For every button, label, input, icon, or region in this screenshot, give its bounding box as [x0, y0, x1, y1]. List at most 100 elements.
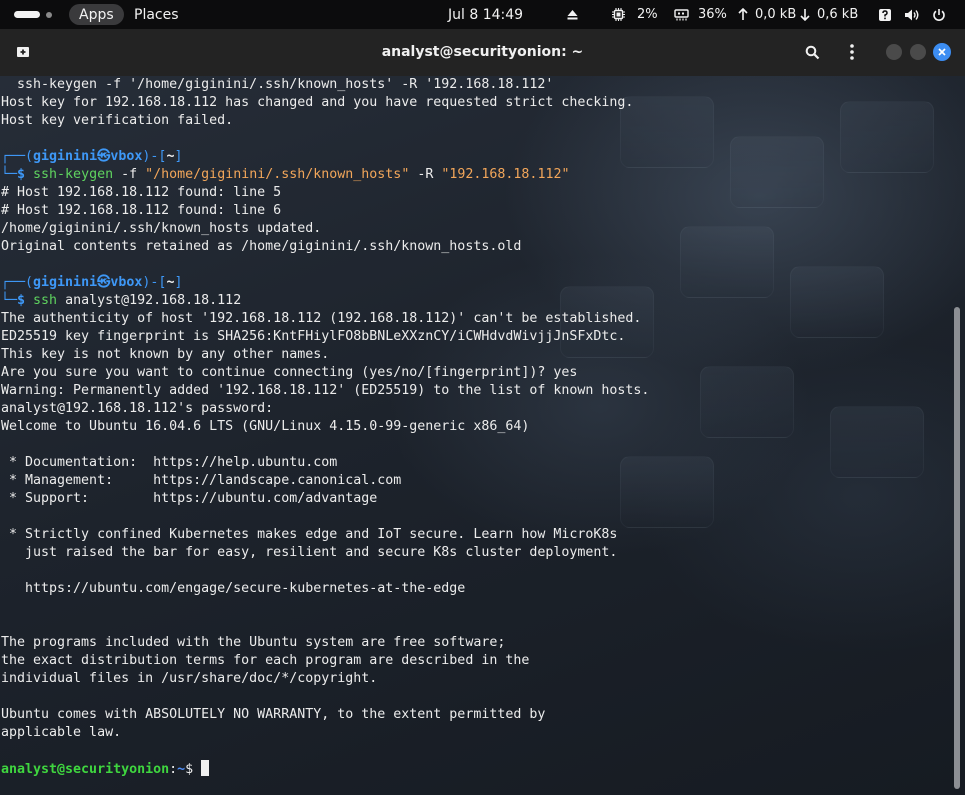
- terminal-line: # Host 192.168.18.112 found: line 5: [1, 185, 282, 200]
- command-line: └─$ ssh analyst@192.168.18.112: [1, 292, 946, 310]
- prompt-path: ~: [177, 762, 186, 777]
- command-name: ssh-keygen: [33, 167, 114, 182]
- terminal-line: Warning: Permanently added '192.168.18.1…: [1, 383, 650, 398]
- terminal-line: * Support: https://ubuntu.com/advantage: [1, 491, 378, 506]
- prompt-header-line: ┌──(giginini㉿vbox)-[~]: [1, 148, 946, 166]
- active-prompt-line[interactable]: analyst@securityonion:~$: [1, 760, 946, 778]
- clock[interactable]: Jul 8 14:49: [448, 0, 523, 29]
- command-argument: analyst@192.168.18.112: [65, 293, 242, 308]
- close-icon: [938, 48, 946, 56]
- power-indicator[interactable]: [932, 0, 946, 29]
- memory-indicator[interactable]: 36%: [674, 0, 727, 29]
- prompt-dollar: $: [17, 293, 34, 308]
- terminal-line: the exact distribution terms for each pr…: [1, 653, 530, 668]
- prompt-at-symbol: ㉿: [97, 275, 111, 290]
- prompt-symbol: $: [185, 762, 194, 777]
- arrow-up-icon: [738, 8, 748, 20]
- memory-usage: 36%: [698, 7, 727, 22]
- prompt-separator: )-[: [142, 275, 167, 290]
- terminal-line: Are you sure you want to continue connec…: [1, 365, 578, 380]
- download-indicator[interactable]: 0,6 kB: [800, 0, 858, 29]
- workspace-indicator[interactable]: [14, 0, 52, 29]
- cpu-icon: [612, 8, 625, 21]
- apps-menu-button[interactable]: Apps: [69, 4, 124, 25]
- terminal-line: * Documentation: https://help.ubuntu.com: [1, 455, 338, 470]
- prompt-header-line: ┌──(giginini㉿vbox)-[~]: [1, 274, 946, 292]
- prompt-colon: :: [169, 762, 178, 777]
- prompt-hostname: vbox: [110, 149, 143, 164]
- terminal-scrollbar[interactable]: [954, 307, 960, 789]
- terminal-line: This key is not known by any other names…: [1, 347, 330, 362]
- search-button[interactable]: [801, 41, 823, 63]
- help-icon: [879, 8, 891, 21]
- prompt-dollar: $: [17, 167, 34, 182]
- prompt-separator: )-[: [142, 149, 167, 164]
- command-flag: -f: [121, 167, 138, 182]
- prompt-username: giginini: [33, 275, 98, 290]
- prompt-box-corner: ┌──(: [1, 275, 34, 290]
- help-indicator[interactable]: [878, 0, 892, 29]
- terminal-line: Original contents retained as /home/gigi…: [1, 239, 522, 254]
- download-speed: 0,6 kB: [817, 7, 859, 22]
- cpu-indicator[interactable]: 2%: [611, 0, 658, 29]
- search-icon: [805, 45, 819, 59]
- eject-icon: [567, 10, 578, 20]
- terminal-line: https://ubuntu.com/engage/secure-kuberne…: [1, 581, 466, 596]
- terminal-line: Host key for 192.168.18.112 has changed …: [1, 95, 634, 110]
- places-menu-button[interactable]: Places: [134, 0, 179, 29]
- prompt-username: giginini: [33, 149, 98, 164]
- command-flag: -R: [417, 167, 434, 182]
- upload-speed: 0,0 kB: [755, 7, 797, 22]
- power-icon: [933, 8, 945, 21]
- terminal-line: * Strictly confined Kubernetes makes edg…: [1, 527, 618, 542]
- arrow-down-icon: [800, 9, 810, 21]
- eject-indicator[interactable]: [566, 0, 579, 29]
- terminal-line: ssh-keygen -f '/home/giginini/.ssh/known…: [1, 77, 554, 92]
- prompt-box-corner: └─: [1, 293, 18, 308]
- terminal-line: just raised the bar for easy, resilient …: [1, 545, 618, 560]
- upload-indicator[interactable]: 0,0 kB: [738, 0, 796, 29]
- terminal-line: Host key verification failed.: [1, 113, 234, 128]
- terminal-header-bar[interactable]: analyst@securityonion: ~: [0, 29, 965, 77]
- minimize-button[interactable]: [886, 44, 902, 60]
- prompt-box-corner: └─: [1, 167, 18, 182]
- cpu-usage: 2%: [637, 7, 658, 22]
- memory-icon: [674, 9, 689, 21]
- terminal-line: ED25519 key fingerprint is SHA256:KntFHi…: [1, 329, 626, 344]
- menu-button[interactable]: [841, 41, 863, 63]
- active-workspace-indicator[interactable]: [14, 11, 40, 18]
- command-name: ssh: [33, 293, 58, 308]
- terminal-line: analyst@192.168.18.112's password:: [1, 401, 274, 416]
- prompt-bracket-close: ]: [174, 149, 183, 164]
- text-cursor[interactable]: [201, 760, 210, 776]
- inactive-workspace-indicator[interactable]: [46, 11, 52, 18]
- terminal-line: The programs included with the Ubuntu sy…: [1, 635, 506, 650]
- prompt-box-corner: ┌──(: [1, 149, 34, 164]
- terminal-line: The authenticity of host '192.168.18.112…: [1, 311, 642, 326]
- command-argument: "/home/giginini/.ssh/known_hosts": [145, 167, 410, 182]
- terminal-line: /home/giginini/.ssh/known_hosts updated.: [1, 221, 322, 236]
- command-argument: "192.168.18.112": [441, 167, 570, 182]
- prompt-user-host: analyst@securityonion: [1, 762, 170, 777]
- prompt-hostname: vbox: [110, 275, 143, 290]
- terminal-line: * Management: https://landscape.canonica…: [1, 473, 402, 488]
- volume-icon: [905, 9, 919, 20]
- kebab-menu-icon: [850, 44, 854, 60]
- top-panel: Apps Places Jul 8 14:49 2% 36% 0,0 kB 0,…: [0, 0, 965, 29]
- terminal-line: Ubuntu comes with ABSOLUTELY NO WARRANTY…: [1, 707, 546, 722]
- command-line: └─$ ssh-keygen -f "/home/giginini/.ssh/k…: [1, 166, 946, 184]
- maximize-button[interactable]: [910, 44, 926, 60]
- prompt-at-symbol: ㉿: [97, 149, 111, 164]
- volume-indicator[interactable]: [904, 0, 920, 29]
- terminal-output[interactable]: ssh-keygen -f '/home/giginini/.ssh/known…: [1, 76, 946, 778]
- close-button[interactable]: [933, 43, 951, 61]
